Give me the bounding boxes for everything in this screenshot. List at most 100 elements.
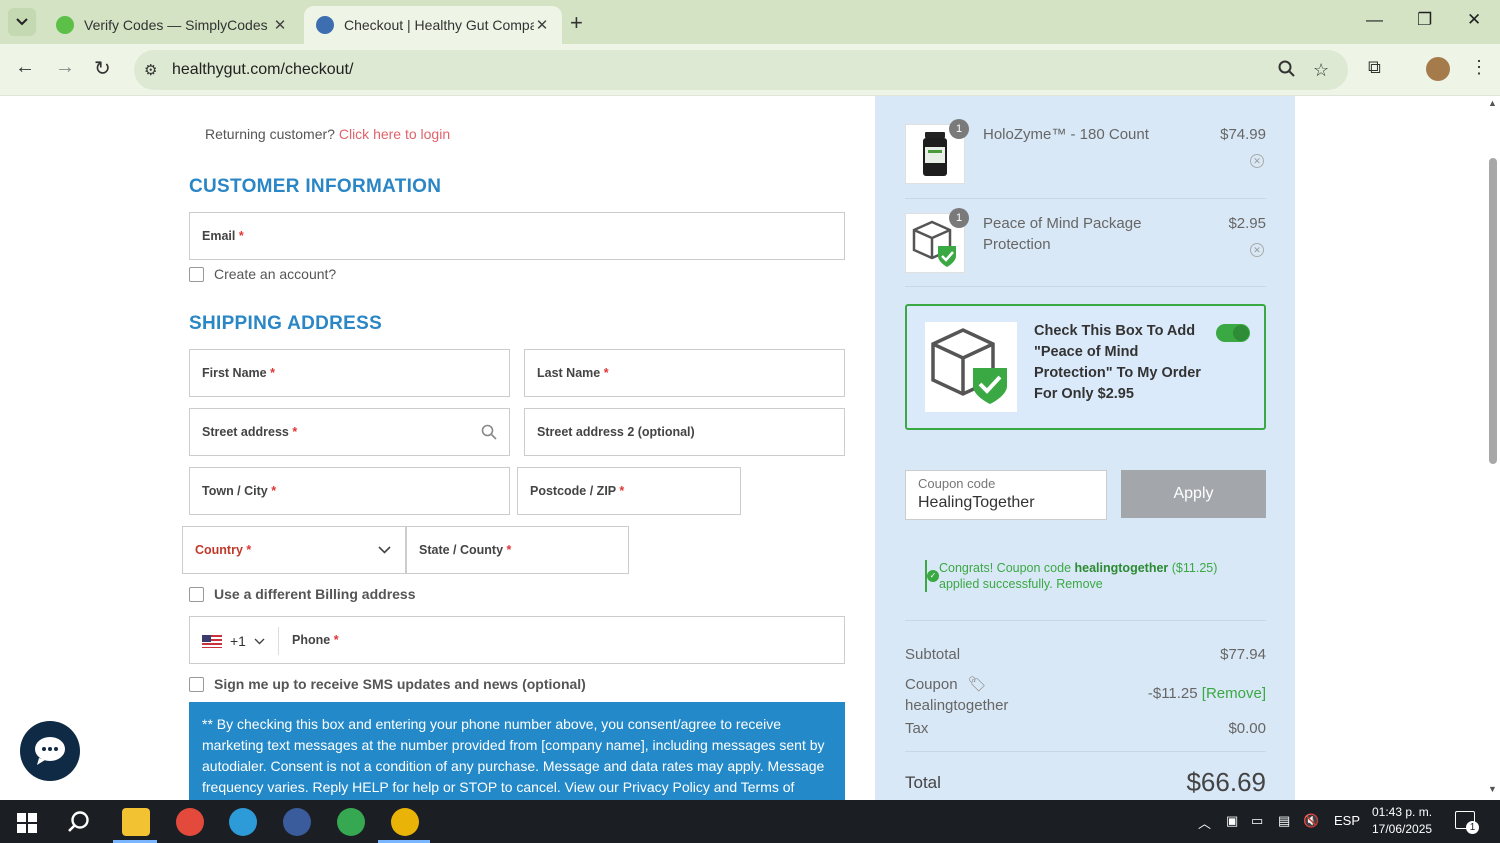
first-name-field[interactable]: First Name * — [189, 349, 510, 397]
minimize-icon[interactable]: — — [1366, 10, 1383, 30]
close-icon[interactable]: ✕ — [534, 16, 550, 34]
chevron-down-icon — [254, 638, 265, 644]
apply-coupon-button[interactable]: Apply — [1121, 470, 1266, 518]
subtotal-row: Subtotal $77.94 — [905, 646, 1266, 663]
system-clock[interactable]: 01:43 p. m. 17/06/2025 — [1372, 804, 1432, 838]
browser-tab-bar: Verify Codes — SimplyCodes ✕ Checkout | … — [0, 0, 1500, 44]
tab-title: Checkout | Healthy Gut Compar — [344, 17, 534, 33]
restore-icon[interactable]: ❐ — [1417, 10, 1432, 30]
street-address-field[interactable]: Street address * — [189, 408, 510, 456]
email-field[interactable]: Email * — [189, 212, 845, 260]
login-link[interactable]: Click here to login — [339, 126, 450, 142]
scroll-down-icon[interactable]: ▼ — [1488, 784, 1497, 794]
cart-item: 1 Peace of Mind Package Protection $2.95… — [905, 208, 1266, 273]
menu-kebab-icon[interactable]: ⋮ — [1470, 57, 1488, 78]
coupon-row: Coupon 🏷 healingtogether -$11.25 [Remove… — [905, 676, 1266, 714]
customer-information-title: CUSTOMER INFORMATION — [189, 176, 442, 197]
chrome-profile-icon[interactable] — [337, 808, 365, 836]
search-icon[interactable] — [67, 810, 91, 839]
meet-now-icon[interactable]: ▣ — [1226, 813, 1238, 829]
remove-coupon-link[interactable]: Remove — [1056, 577, 1103, 591]
simplycodes-favicon-icon — [56, 16, 74, 34]
window-close-icon[interactable]: ✕ — [1467, 10, 1481, 30]
notification-count-badge: 1 — [1466, 821, 1479, 834]
coupon-code-input[interactable]: Coupon code HealingTogether — [905, 470, 1107, 520]
windows-taskbar: ︿ ▣ ▭ ▤ 🔇 ESP 01:43 p. m. 17/06/2025 1 — [0, 800, 1500, 843]
different-billing-row[interactable]: Use a different Billing address — [189, 586, 416, 602]
zoom-icon[interactable] — [1278, 60, 1295, 82]
search-icon[interactable] — [481, 424, 497, 445]
notification-center-icon[interactable]: 1 — [1455, 811, 1479, 834]
tab-title: Verify Codes — SimplyCodes — [84, 17, 268, 33]
protection-offer-box[interactable]: Check This Box To Add "Peace of Mind Pro… — [905, 304, 1266, 430]
postcode-field[interactable]: Postcode / ZIP * — [517, 467, 741, 515]
new-tab-plus-icon[interactable]: + — [570, 10, 583, 36]
network-icon[interactable]: ▤ — [1278, 813, 1290, 829]
site-settings-icon[interactable]: ⚙ — [144, 61, 157, 79]
sms-signup-row[interactable]: Sign me up to receive SMS updates and ne… — [189, 676, 586, 692]
country-select[interactable]: Country * — [182, 526, 406, 574]
chrome-browser-icon[interactable] — [391, 808, 419, 836]
sms-consent-notice: ** By checking this box and entering you… — [189, 702, 845, 800]
bookmark-star-icon[interactable]: ☆ — [1313, 60, 1329, 81]
tab-checkout[interactable]: Checkout | Healthy Gut Compar ✕ — [304, 6, 562, 44]
item-name: Peace of Mind Package Protection — [983, 215, 1142, 253]
chat-launcher-button[interactable] — [20, 721, 80, 781]
returning-customer-notice: Returning customer? Click here to login — [205, 126, 451, 142]
language-indicator[interactable]: ESP — [1334, 813, 1360, 828]
item-price: $74.99 — [1220, 126, 1266, 143]
remove-coupon-link[interactable]: [Remove] — [1202, 685, 1266, 702]
state-field[interactable]: State / County * — [406, 526, 629, 574]
scrollbar-thumb[interactable] — [1489, 158, 1497, 464]
city-field[interactable]: Town / City * — [189, 467, 510, 515]
edge-browser-icon[interactable] — [229, 808, 257, 836]
back-arrow-icon[interactable]: ← — [15, 56, 35, 79]
browser-toolbar: ← → ↻ ⚙ healthygut.com/checkout/ ☆ ⧉ ⋮ — [0, 44, 1500, 96]
cart-item: 1 HoloZyme™ - 180 Count $74.99 ✕ — [905, 119, 1266, 184]
tab-verify-codes[interactable]: Verify Codes — SimplyCodes ✕ — [44, 6, 300, 44]
country-code-selector[interactable]: +1 — [202, 633, 265, 649]
close-icon[interactable]: ✕ — [272, 16, 288, 34]
windows-start-icon[interactable] — [17, 813, 37, 838]
tab-search-button[interactable] — [8, 8, 36, 36]
address-bar[interactable]: ⚙ healthygut.com/checkout/ ☆ — [134, 50, 1348, 90]
profile-avatar[interactable] — [1426, 57, 1450, 81]
reload-icon[interactable]: ↻ — [94, 56, 111, 81]
tray-chevron-up-icon[interactable]: ︿ — [1198, 813, 1211, 832]
forward-arrow-icon[interactable]: → — [55, 56, 75, 79]
street-address-2-field[interactable]: Street address 2 (optional) — [524, 408, 845, 456]
item-price: $2.95 — [1228, 215, 1266, 232]
sms-signup-checkbox[interactable] — [189, 676, 204, 692]
create-account-row[interactable]: Create an account? — [189, 266, 336, 282]
remove-item-icon[interactable]: ✕ — [1250, 154, 1264, 168]
different-billing-checkbox[interactable] — [189, 586, 204, 602]
protection-toggle[interactable] — [1216, 324, 1250, 342]
item-name: HoloZyme™ - 180 Count — [983, 126, 1149, 143]
create-account-checkbox[interactable] — [189, 266, 204, 282]
word-app-icon[interactable] — [283, 808, 311, 836]
total-row: Total $66.69 — [905, 767, 1266, 797]
file-explorer-icon[interactable] — [122, 808, 150, 836]
package-protection-image — [925, 322, 1017, 412]
us-flag-icon — [202, 634, 222, 648]
healthygut-favicon-icon — [316, 16, 334, 34]
scroll-up-icon[interactable]: ▲ — [1488, 98, 1497, 108]
checkout-page: Returning customer? Click here to login … — [0, 96, 1500, 800]
last-name-field[interactable]: Last Name * — [524, 349, 845, 397]
volume-muted-icon[interactable]: 🔇 — [1303, 813, 1319, 829]
brave-browser-icon[interactable] — [176, 808, 204, 836]
chat-bubble-icon — [35, 737, 65, 765]
quantity-badge: 1 — [949, 208, 969, 228]
tag-icon: 🏷 — [967, 676, 987, 693]
chevron-down-icon — [378, 546, 391, 554]
order-summary: 1 HoloZyme™ - 180 Count $74.99 ✕ 1 Peace… — [875, 96, 1295, 800]
remove-item-icon[interactable]: ✕ — [1250, 243, 1264, 257]
phone-field[interactable]: +1 Phone * — [189, 616, 845, 664]
extensions-puzzle-icon[interactable]: ⧉ — [1368, 57, 1381, 78]
coupon-success-message: ✓ Congrats! Coupon code healingtogether … — [925, 560, 1225, 592]
url-text: healthygut.com/checkout/ — [172, 61, 354, 78]
check-circle-icon: ✓ — [927, 570, 939, 582]
quantity-badge: 1 — [949, 119, 969, 139]
battery-icon[interactable]: ▭ — [1251, 813, 1263, 829]
chevron-down-icon — [16, 18, 28, 26]
